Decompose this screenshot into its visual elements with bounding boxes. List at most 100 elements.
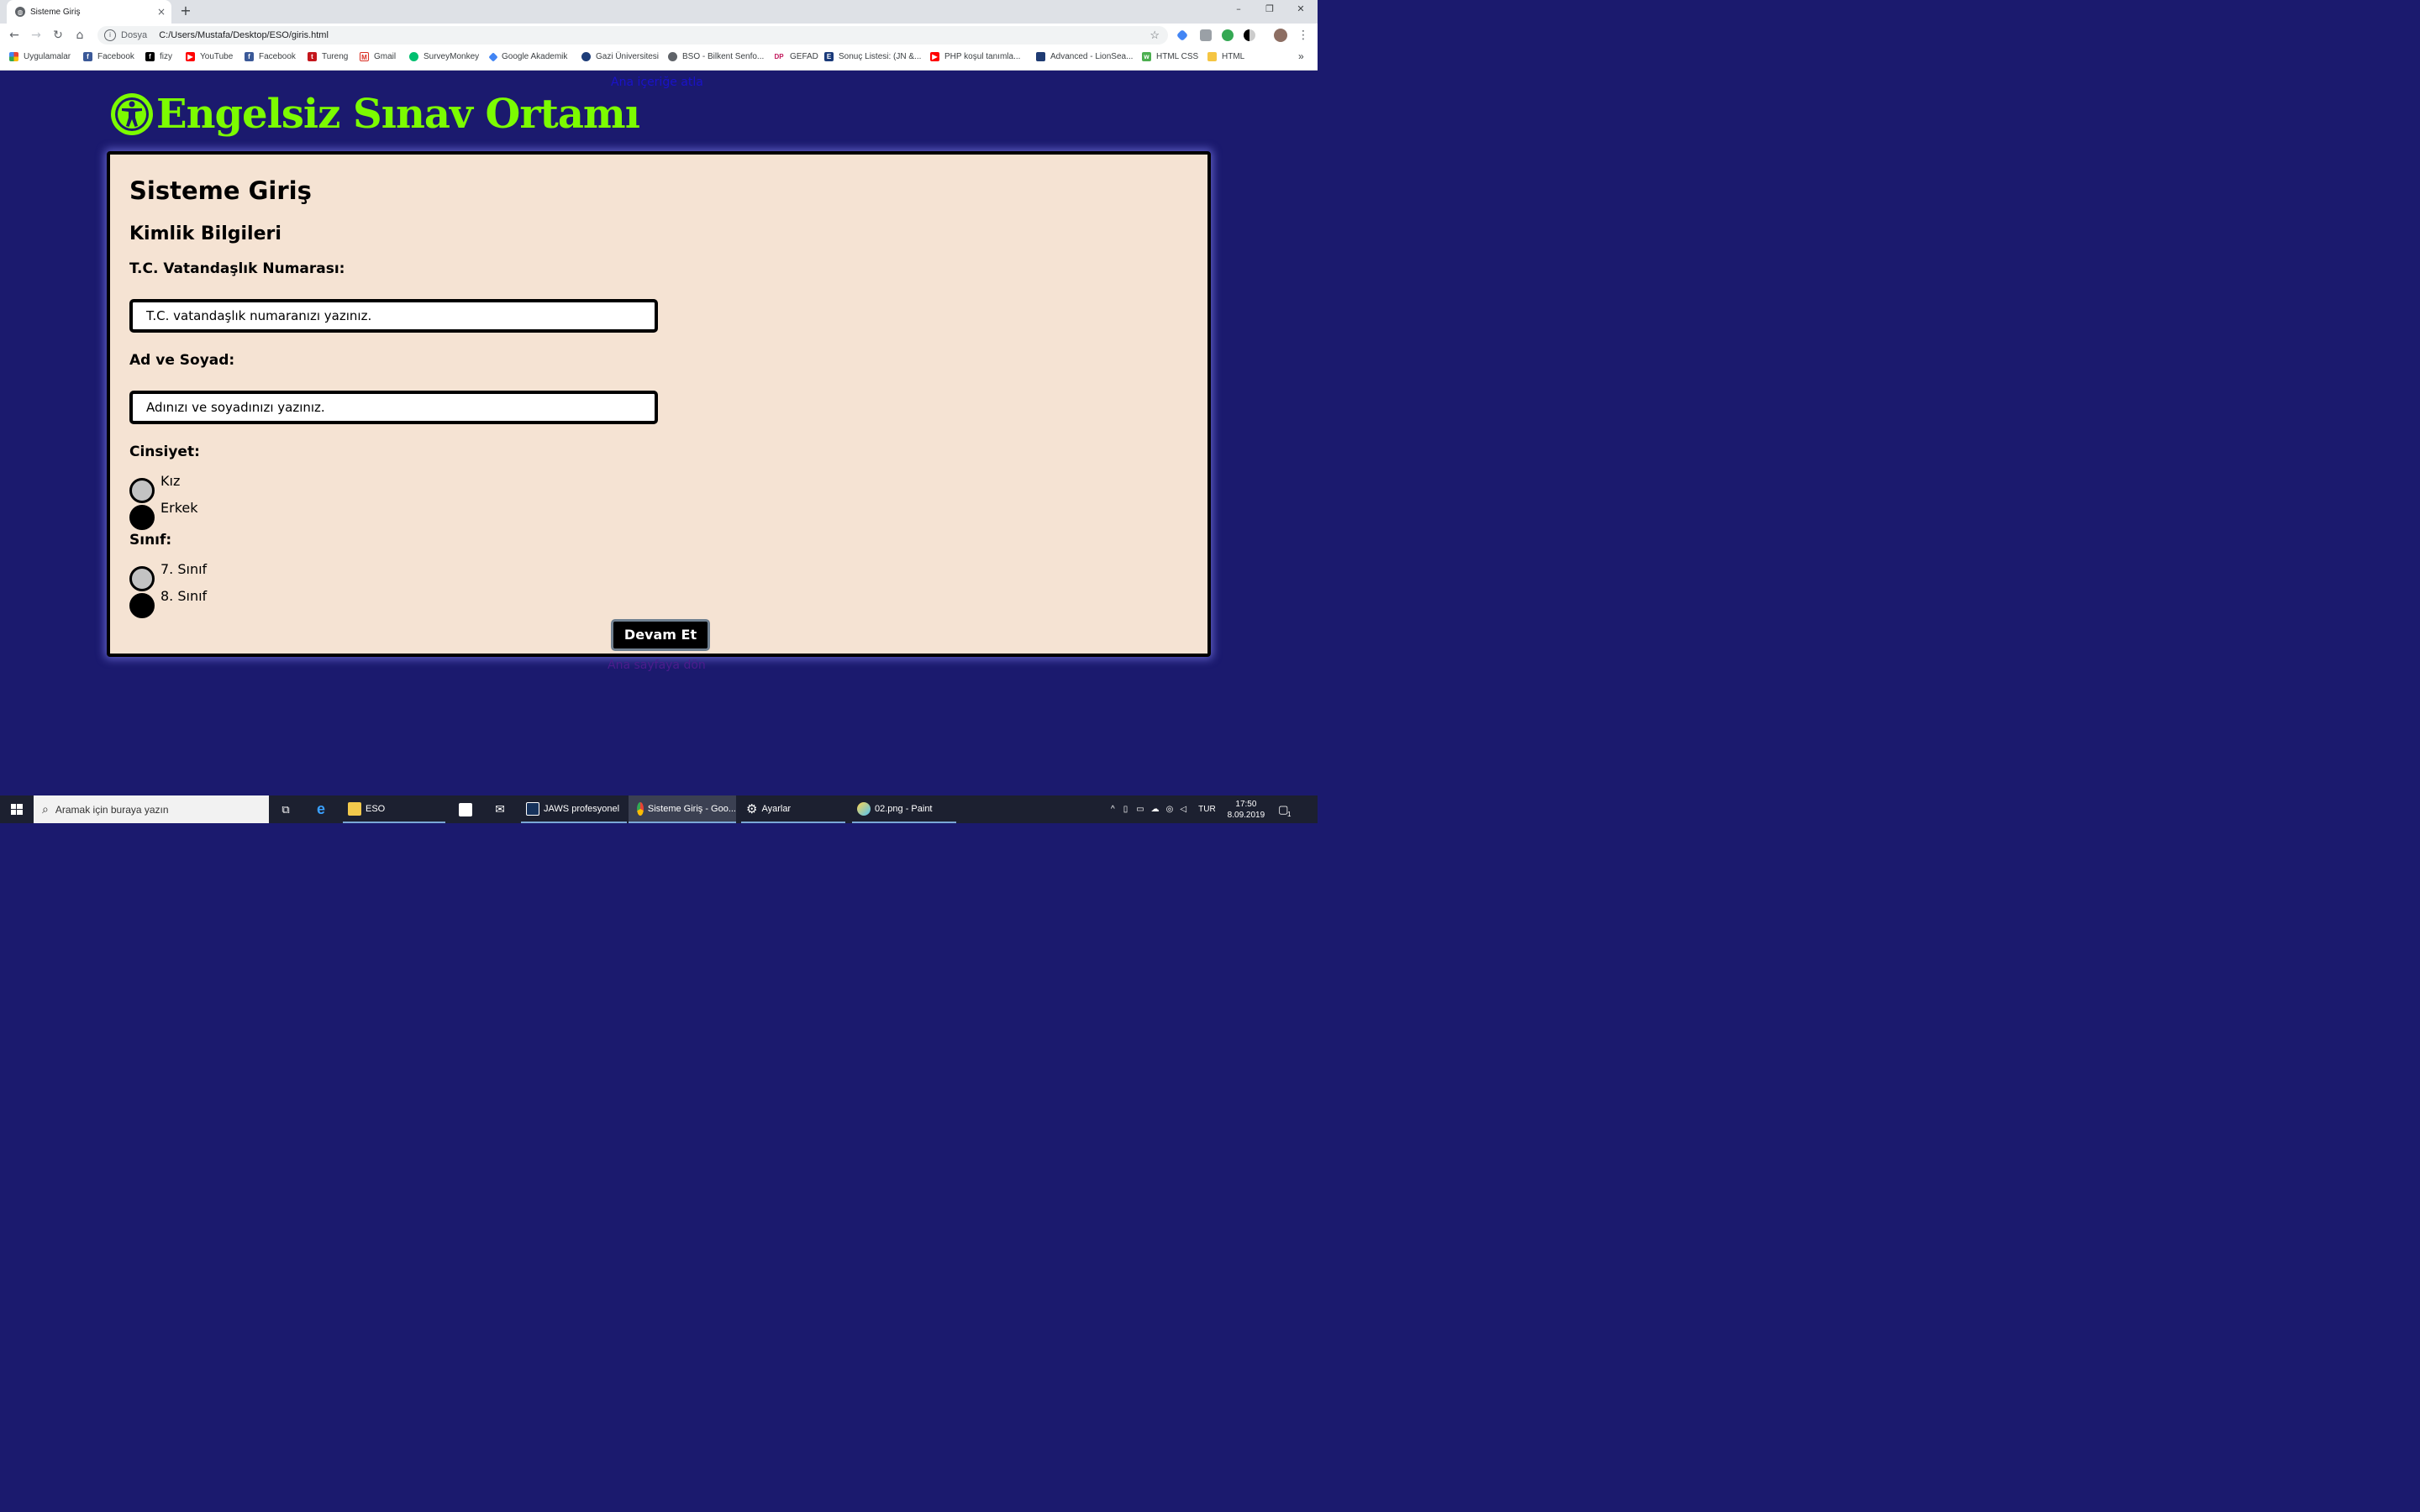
edge-icon[interactable]: e <box>313 795 329 823</box>
bookmark-label: Facebook <box>259 52 296 61</box>
name-label: Ad ve Soyad: <box>129 352 235 369</box>
menu-kebab-icon[interactable]: ⋮ <box>1296 28 1311 43</box>
browser-toolbar: ← → ↻ ⌂ i Dosya C:/Users/Mustafa/Desktop… <box>0 24 1318 47</box>
taskbar-app-label: 02.png - Paint <box>875 803 933 814</box>
taskbar-app-label: Sisteme Giriş - Goo... <box>647 803 736 814</box>
bookmark-item[interactable]: Uygulamalar <box>9 52 71 61</box>
clock-time: 17:50 <box>1235 799 1257 809</box>
surveymonkey-icon <box>409 52 418 61</box>
chrome-icon <box>637 801 644 816</box>
bookmark-label: Advanced - LionSea... <box>1050 52 1134 61</box>
store-icon[interactable] <box>457 795 474 823</box>
radio-button[interactable] <box>129 478 155 503</box>
bookmark-item[interactable]: Gazi Üniversitesi <box>581 52 659 61</box>
reload-icon[interactable]: ↻ <box>50 28 66 43</box>
bookmark-item[interactable]: M Gmail <box>360 52 396 61</box>
bookmark-star-icon[interactable]: ☆ <box>1150 29 1160 42</box>
accessibility-icon <box>111 93 153 135</box>
youtube-icon: ▶ <box>930 52 939 61</box>
language-indicator[interactable]: TUR <box>1198 805 1216 814</box>
bookmark-label: Google Akademik <box>502 52 568 61</box>
paint-icon <box>857 801 871 816</box>
windows-start-icon[interactable] <box>0 795 34 823</box>
tab-close-icon[interactable]: × <box>155 6 168 18</box>
taskbar-app-settings[interactable]: ⚙ Ayarlar <box>741 795 845 823</box>
ebsco-icon: E <box>824 52 834 61</box>
onedrive-icon[interactable]: ☁ <box>1151 805 1160 814</box>
taskbar-app-paint[interactable]: 02.png - Paint <box>852 795 956 823</box>
bookmark-item[interactable]: Google Akademik <box>488 51 568 62</box>
new-tab-button[interactable]: + <box>178 3 193 18</box>
name-input[interactable] <box>129 391 658 424</box>
skip-to-content-link[interactable]: Ana içeriğe atla <box>611 76 703 89</box>
radio-label: Kız <box>160 473 181 489</box>
continue-button[interactable]: Devam Et <box>611 619 710 651</box>
info-icon[interactable]: i <box>104 29 116 41</box>
bookmark-label: SurveyMonkey <box>424 52 480 61</box>
radio-button[interactable] <box>129 593 155 618</box>
network-icon[interactable]: ◎ <box>1166 805 1174 814</box>
browser-tab-strip: ◍ Sisteme Giriş × + – ❐ ✕ <box>0 0 1318 24</box>
page-title: Sisteme Giriş <box>129 176 312 205</box>
login-form-panel: Sisteme Giriş Kimlik Bilgileri T.C. Vata… <box>107 151 1211 657</box>
radio-button[interactable] <box>129 505 155 530</box>
bookmark-item[interactable]: t Tureng <box>308 52 348 61</box>
fizy-icon: f <box>145 52 155 61</box>
bookmark-label: fizy <box>160 52 172 61</box>
taskbar-app-label: JAWS profesyonel <box>544 803 620 814</box>
tureng-icon: t <box>308 52 317 61</box>
url-text[interactable]: C:/Users/Mustafa/Desktop/ESO/giris.html <box>159 30 1150 40</box>
restore-button[interactable]: ❐ <box>1261 3 1278 14</box>
close-window-button[interactable]: ✕ <box>1292 3 1309 14</box>
taskbar-app-jaws[interactable]: JAWS profesyonel <box>521 795 627 823</box>
bookmark-item[interactable]: ▶ PHP koşul tanımla... <box>930 52 1020 61</box>
bookmark-label: Gazi Üniversitesi <box>596 52 660 61</box>
chevron-up-icon[interactable]: ^ <box>1111 805 1115 814</box>
minimize-button[interactable]: – <box>1230 3 1247 14</box>
bookmark-label: Tureng <box>322 52 349 61</box>
bookmark-label: YouTube <box>200 52 234 61</box>
tc-number-input[interactable] <box>129 299 658 333</box>
facebook-icon: f <box>83 52 92 61</box>
clock[interactable]: 17:50 8.09.2019 <box>1228 799 1265 821</box>
bookmark-item[interactable]: DP GEFAD <box>773 52 818 61</box>
bookmark-item[interactable]: E Sonuç Listesi: (JN &... <box>824 52 921 61</box>
bookmark-item[interactable]: Advanced - LionSea... <box>1036 52 1133 61</box>
forward-icon[interactable]: → <box>29 28 44 43</box>
bookmark-item[interactable]: f fizy <box>145 52 172 61</box>
globe-icon: ◍ <box>15 7 25 17</box>
notifications-icon[interactable]: ▢ 1 <box>1278 803 1291 818</box>
device-icon[interactable]: ▯ <box>1123 805 1128 814</box>
bookmarks-overflow-button[interactable]: » <box>1298 50 1304 62</box>
site-title: Engelsiz Sınav Ortamı <box>156 91 640 138</box>
address-bar[interactable]: i Dosya C:/Users/Mustafa/Desktop/ESO/gir… <box>97 26 1168 45</box>
bookmark-item[interactable]: HTML <box>1207 52 1244 61</box>
avatar[interactable] <box>1274 29 1287 42</box>
bookmark-item[interactable]: ▶ YouTube <box>186 52 233 61</box>
bookmark-item[interactable]: SurveyMonkey <box>409 52 479 61</box>
taskbar-app-eso[interactable]: ESO <box>343 795 445 823</box>
taskbar-search[interactable]: ⌕ Aramak için buraya yazın <box>34 795 269 823</box>
extension-puzzle-icon[interactable] <box>1200 29 1212 41</box>
extension-scholar-icon[interactable] <box>1176 29 1189 42</box>
home-icon[interactable]: ⌂ <box>72 28 87 43</box>
extension-globe-icon[interactable] <box>1222 29 1234 41</box>
back-icon[interactable]: ← <box>7 28 22 43</box>
battery-icon[interactable]: ▭ <box>1136 805 1144 814</box>
task-view-icon[interactable]: ⧉ <box>277 795 294 823</box>
bookmark-item[interactable]: f Facebook <box>83 52 134 61</box>
mail-icon[interactable]: ✉ <box>492 795 508 823</box>
class-option-8[interactable]: 8. Sınıf <box>129 588 207 618</box>
bookmark-item[interactable]: f Facebook <box>245 52 296 61</box>
windows-taskbar: ⌕ Aramak için buraya yazın ⧉ e ESO ✉ JAW… <box>0 795 1318 823</box>
radio-button[interactable] <box>129 566 155 591</box>
gender-option-erkek[interactable]: Erkek <box>129 500 198 530</box>
taskbar-app-chrome[interactable]: Sisteme Giriş - Goo... <box>629 795 736 823</box>
volume-icon[interactable]: ◁ <box>1180 805 1186 814</box>
bookmark-item[interactable]: w HTML CSS <box>1142 52 1198 61</box>
browser-tab[interactable]: ◍ Sisteme Giriş × <box>7 0 171 24</box>
back-to-home-link[interactable]: Ana sayfaya dön <box>608 659 706 672</box>
gender-label: Cinsiyet: <box>129 444 200 460</box>
extension-contrast-icon[interactable] <box>1244 29 1255 41</box>
bookmark-item[interactable]: BSO - Bilkent Senfo... <box>668 52 764 61</box>
